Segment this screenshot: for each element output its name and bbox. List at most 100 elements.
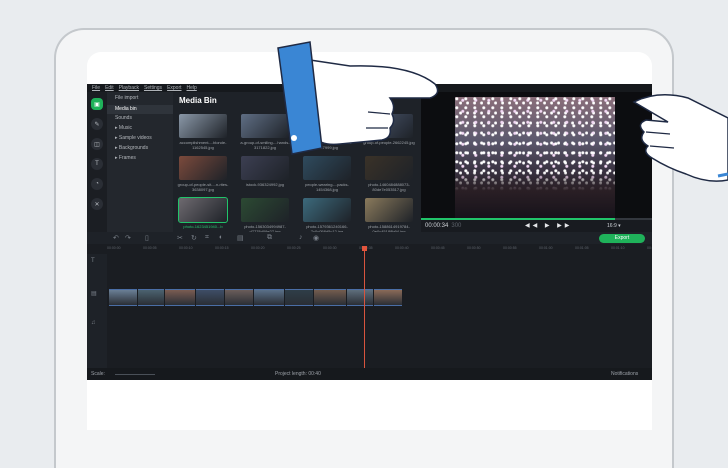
- video-clip[interactable]: [138, 289, 164, 306]
- media-thumbnail[interactable]: photo-1623451940...b: [178, 197, 228, 229]
- preview-player: 00:00:34 300 ◀◀ ▶ ▶▶ 16:9 ▾: [421, 92, 652, 232]
- status-bar: Scale: Project length: 00:40 Notificatio…: [87, 368, 652, 380]
- media-thumbnail[interactable]: accomplishment-...blonde-1162545.jpg: [179, 114, 227, 150]
- player-controls: 00:00:34 300 ◀◀ ▶ ▶▶ 16:9 ▾: [421, 218, 652, 232]
- clip-properties-icon[interactable]: ▤: [237, 234, 244, 242]
- export-button[interactable]: Export: [599, 234, 645, 243]
- titles-icon[interactable]: T: [91, 158, 103, 170]
- delete-icon[interactable]: ▯: [145, 234, 149, 242]
- timeline-toolbar: ↶ ↷ ▯ ✂ ↻ ⌗ ◐ ▤ ⧉ ♪ ◉ Export: [87, 232, 652, 244]
- insert-icon[interactable]: ⧉: [267, 234, 272, 242]
- thumbnail-image: [365, 198, 413, 222]
- more-tools-icon[interactable]: ✕: [91, 198, 103, 210]
- media-bin-title: Media Bin: [179, 96, 217, 105]
- ruler-tick: 00:00:40: [395, 246, 409, 250]
- video-clip[interactable]: [165, 289, 195, 306]
- menu-edit[interactable]: Edit: [105, 85, 114, 91]
- media-thumbnail[interactable]: people-wearing-...packs-1454368.jpg: [303, 156, 351, 192]
- ruler-tick: 00:00:50: [467, 246, 481, 250]
- thumbnail-image: [179, 156, 227, 180]
- media-thumbnail[interactable]: photo-1563034994987-d7778d09e27.jpg: [241, 198, 289, 234]
- rotate-icon[interactable]: ↻: [191, 234, 197, 242]
- category-panel: File import Media bin Sounds ▸ Music ▸ Sampl…: [107, 92, 173, 232]
- category-item[interactable]: File import: [115, 95, 138, 101]
- ruler-tick: 00:00:15: [215, 246, 229, 250]
- media-thumbnail[interactable]: photo-1460484888073-80de7e053517.jpg: [365, 156, 413, 192]
- menu-help[interactable]: Help: [187, 85, 197, 91]
- video-clip[interactable]: [374, 289, 402, 306]
- record-audio-icon[interactable]: ♪: [299, 234, 303, 241]
- pointing-hand-left-icon: [277, 41, 439, 155]
- thumbnail-caption: accomplishment-...blonde-1162545.jpg: [179, 140, 227, 150]
- category-item[interactable]: ▸ Frames: [115, 155, 136, 161]
- audio-track-icon[interactable]: ♫: [91, 320, 96, 326]
- ruler-tick: 00:00:00: [107, 246, 121, 250]
- category-item[interactable]: Sounds: [115, 115, 132, 121]
- category-item[interactable]: ▸ Music: [115, 125, 132, 131]
- playback-progress[interactable]: [421, 218, 652, 220]
- thumbnail-caption: group-of-people-sit-...n-rites-3638097.j…: [177, 182, 229, 192]
- category-item[interactable]: ▸ Sample videos: [115, 135, 152, 141]
- video-clip[interactable]: [314, 289, 346, 306]
- thumbnail-caption: photo-1623451940...b: [183, 224, 223, 229]
- thumbnail-caption: photo-1460484888073-80de7e053517.jpg: [368, 182, 410, 192]
- project-length: Project length: 00:40: [275, 371, 321, 377]
- media-thumbnail[interactable]: group-of-people-sit-...n-rites-3638097.j…: [177, 156, 229, 192]
- playhead[interactable]: [362, 246, 367, 368]
- ruler-tick: 00:00:55: [503, 246, 517, 250]
- filters-icon[interactable]: ✎: [91, 118, 103, 130]
- menu-playback[interactable]: Playback: [119, 85, 139, 91]
- ruler-tick: 00:00:10: [179, 246, 193, 250]
- pointing-hand-right-icon: [632, 94, 728, 182]
- redo-icon[interactable]: ↷: [125, 234, 131, 242]
- preview-crowd: [455, 172, 615, 219]
- video-clip[interactable]: [285, 289, 313, 306]
- ruler-tick: 00:01:10: [611, 246, 625, 250]
- menu-export[interactable]: Export: [167, 85, 181, 91]
- video-clip[interactable]: [109, 289, 137, 306]
- thumbnail-image: [241, 198, 289, 222]
- ruler-tick: 00:01:00: [539, 246, 553, 250]
- ruler-tick: 00:00:05: [143, 246, 157, 250]
- video-clip[interactable]: [254, 289, 284, 306]
- ruler-tick: 00:00:25: [287, 246, 301, 250]
- media-import-icon[interactable]: ▣: [91, 98, 103, 110]
- scale-slider[interactable]: [115, 374, 155, 375]
- title-track-icon[interactable]: T: [91, 258, 95, 264]
- color-adjust-icon[interactable]: ◐: [219, 234, 223, 241]
- media-thumbnail[interactable]: photo-1579361240166-7c0c058d5c12.jpg: [303, 198, 351, 234]
- menu-file[interactable]: File: [92, 85, 100, 91]
- playback-buttons[interactable]: ◀◀ ▶ ▶▶: [525, 222, 572, 229]
- thumbnail-image: [178, 197, 228, 223]
- stickers-icon[interactable]: ◔: [91, 178, 103, 190]
- track-controls: T ▤ ♫: [87, 254, 107, 368]
- thumbnail-image: [303, 198, 351, 222]
- video-track-icon[interactable]: ▤: [91, 290, 97, 297]
- menu-settings[interactable]: Settings: [144, 85, 162, 91]
- timeline: ↶ ↷ ▯ ✂ ↻ ⌗ ◐ ▤ ⧉ ♪ ◉ Export 00:00:00 00:…: [87, 232, 652, 380]
- video-clip[interactable]: [347, 289, 373, 306]
- ruler-tick: 00:00:30: [323, 246, 337, 250]
- media-thumbnail[interactable]: istock-936324992.jpg: [241, 156, 289, 187]
- ruler-tick: 00:00:45: [431, 246, 445, 250]
- thumbnail-caption: people-wearing-...packs-1454368.jpg: [305, 182, 349, 192]
- aspect-ratio-select[interactable]: 16:9 ▾: [607, 223, 621, 229]
- video-clip[interactable]: [196, 289, 224, 306]
- undo-icon[interactable]: ↶: [113, 234, 119, 242]
- crop-icon[interactable]: ⌗: [205, 234, 209, 242]
- cut-icon[interactable]: ✂: [177, 234, 183, 242]
- transitions-icon[interactable]: ◫: [91, 138, 103, 150]
- time-ruler[interactable]: 00:00:00 00:00:05 00:00:10 00:00:15 00:00:20…: [107, 246, 652, 254]
- category-item[interactable]: Media bin: [107, 105, 173, 114]
- ruler-tick: 00:01:15: [647, 246, 652, 250]
- video-clip[interactable]: [225, 289, 253, 306]
- tool-sidebar: ▣ ✎ ◫ T ◔ ✕: [87, 92, 107, 232]
- media-thumbnail[interactable]: photo-1588614919784-0e0c45188b94.jpg: [365, 198, 413, 234]
- category-item[interactable]: ▸ Backgrounds: [115, 145, 148, 151]
- thumbnail-image: [179, 114, 227, 138]
- ruler-tick: 00:01:05: [575, 246, 589, 250]
- notifications-link[interactable]: Notifications: [611, 371, 638, 377]
- microphone-icon[interactable]: ◉: [313, 234, 319, 242]
- scale-label: Scale:: [91, 371, 105, 377]
- video-track: [109, 289, 405, 306]
